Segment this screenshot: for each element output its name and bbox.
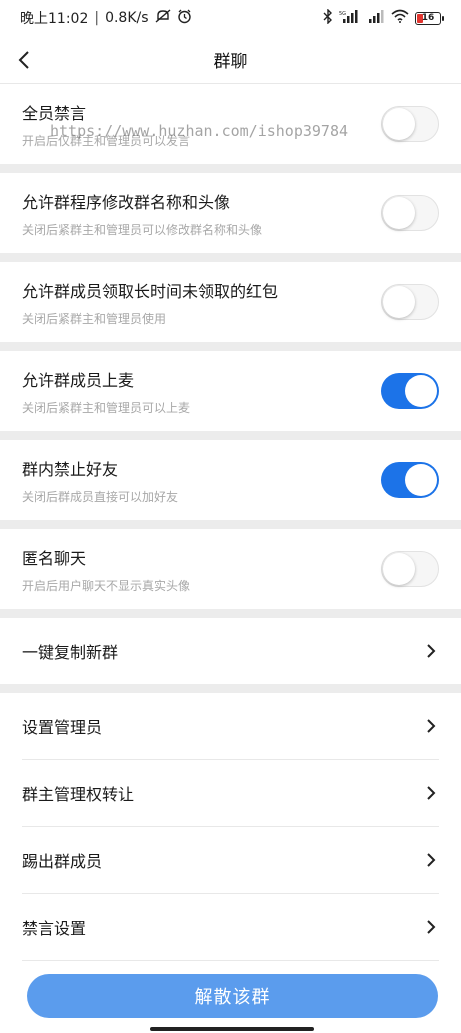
setting-row-red-packet: 允许群成员领取长时间未领取的红包 关闭后紧群主和管理员使用 bbox=[0, 262, 461, 342]
setting-label: 匿名聊天 bbox=[22, 548, 87, 568]
setting-row-anonymous: 匿名聊天 开启后用户聊天不显示真实头像 bbox=[0, 529, 461, 609]
setting-texts: 全员禁言 开启后仅群主和管理员可以发言 bbox=[22, 100, 190, 149]
setting-texts: 允许群成员领取长时间未领取的红包 关闭后紧群主和管理员使用 bbox=[22, 278, 278, 327]
section-separator bbox=[0, 431, 461, 440]
kick-member-row[interactable]: 踢出群成员 bbox=[0, 827, 461, 893]
chevron-right-icon bbox=[423, 718, 439, 734]
chevron-right-icon bbox=[423, 785, 439, 801]
section-separator bbox=[0, 684, 461, 693]
chevron-right-icon bbox=[423, 852, 439, 868]
toggle-knob bbox=[405, 375, 437, 407]
setting-label: 允许群成员上麦 bbox=[22, 370, 135, 390]
bluetooth-icon bbox=[323, 7, 333, 28]
setting-label: 允许群成员领取长时间未领取的红包 bbox=[22, 281, 279, 301]
setting-desc: 关闭后紧群主和管理员可以修改群名称和头像 bbox=[22, 222, 263, 237]
no-notify-icon bbox=[155, 9, 171, 27]
nav-row-label: 群主管理权转让 bbox=[22, 785, 135, 804]
setting-texts: 群内禁止好友 关闭后群成员直接可以加好友 bbox=[22, 456, 178, 505]
setting-texts: 匿名聊天 开启后用户聊天不显示真实头像 bbox=[22, 545, 190, 594]
toggle-knob bbox=[383, 108, 415, 140]
transfer-owner-row[interactable]: 群主管理权转让 bbox=[0, 760, 461, 826]
page-title: 群聊 bbox=[213, 52, 248, 72]
battery-level: 16 bbox=[421, 12, 435, 23]
section-separator bbox=[0, 253, 461, 262]
section-separator bbox=[0, 520, 461, 529]
anonymous-toggle[interactable] bbox=[381, 551, 439, 587]
setting-texts: 允许群成员上麦 关闭后紧群主和管理员可以上麦 bbox=[22, 367, 190, 416]
mute-all-toggle[interactable] bbox=[381, 106, 439, 142]
nav-row-label: 踢出群成员 bbox=[22, 852, 103, 871]
status-left: 晚上11:02 | 0.8K/s bbox=[20, 8, 192, 28]
battery-icon: 16 bbox=[415, 11, 444, 25]
nav-row-label: 一键复制新群 bbox=[22, 643, 119, 662]
copy-group-row[interactable]: 一键复制新群 bbox=[0, 618, 461, 684]
wifi-icon bbox=[391, 9, 409, 27]
nav-bar: 群聊 bbox=[0, 36, 461, 84]
home-indicator bbox=[150, 1027, 314, 1031]
toggle-knob bbox=[383, 286, 415, 318]
set-admin-row[interactable]: 设置管理员 bbox=[0, 693, 461, 759]
section-separator bbox=[0, 609, 461, 618]
dissolve-group-button[interactable]: 解散该群 bbox=[27, 974, 438, 1018]
setting-row-mic: 允许群成员上麦 关闭后紧群主和管理员可以上麦 bbox=[0, 351, 461, 431]
mic-toggle[interactable] bbox=[381, 373, 439, 409]
back-arrow-icon[interactable] bbox=[12, 47, 38, 73]
svg-text:5G: 5G bbox=[339, 11, 346, 17]
setting-row-program-edit: 允许群程序修改群名称和头像 关闭后紧群主和管理员可以修改群名称和头像 bbox=[0, 173, 461, 253]
status-time: 晚上11:02 bbox=[20, 11, 89, 27]
setting-desc: 关闭后紧群主和管理员可以上麦 bbox=[22, 400, 191, 415]
setting-desc: 关闭后群成员直接可以加好友 bbox=[22, 489, 179, 504]
setting-row-mute-all: 全员禁言 开启后仅群主和管理员可以发言 bbox=[0, 84, 461, 164]
section-separator bbox=[0, 342, 461, 351]
status-right: 5G 16 bbox=[323, 7, 444, 28]
signal-icon: 5G bbox=[339, 9, 359, 27]
red-packet-toggle[interactable] bbox=[381, 284, 439, 320]
status-bar: 晚上11:02 | 0.8K/s 5G 16 bbox=[0, 0, 461, 36]
setting-row-no-friends: 群内禁止好友 关闭后群成员直接可以加好友 bbox=[0, 440, 461, 520]
setting-label: 全员禁言 bbox=[22, 103, 87, 123]
alarm-icon bbox=[177, 9, 192, 28]
nav-row-label: 禁言设置 bbox=[22, 919, 87, 938]
setting-desc: 开启后用户聊天不显示真实头像 bbox=[22, 578, 191, 593]
bottom-area: 解散该群 bbox=[0, 950, 461, 1033]
setting-desc: 开启后仅群主和管理员可以发言 bbox=[22, 133, 191, 148]
chevron-right-icon bbox=[423, 919, 439, 935]
toggle-knob bbox=[383, 197, 415, 229]
setting-label: 群内禁止好友 bbox=[22, 459, 119, 479]
toggle-list: 全员禁言 开启后仅群主和管理员可以发言 允许群程序修改群名称和头像 关闭后紧群主… bbox=[0, 84, 461, 618]
toggle-knob bbox=[383, 553, 415, 585]
setting-desc: 关闭后紧群主和管理员使用 bbox=[22, 311, 167, 326]
status-speed: 0.8K/s bbox=[105, 10, 149, 26]
toggle-knob bbox=[405, 464, 437, 496]
setting-label: 允许群程序修改群名称和头像 bbox=[22, 192, 231, 212]
signal-icon bbox=[365, 9, 385, 27]
status-separator: | bbox=[94, 10, 100, 26]
section-separator bbox=[0, 164, 461, 173]
no-friends-toggle[interactable] bbox=[381, 462, 439, 498]
program-edit-toggle[interactable] bbox=[381, 195, 439, 231]
setting-texts: 允许群程序修改群名称和头像 关闭后紧群主和管理员可以修改群名称和头像 bbox=[22, 189, 262, 238]
nav-row-label: 设置管理员 bbox=[22, 718, 103, 737]
chevron-right-icon bbox=[423, 643, 439, 659]
